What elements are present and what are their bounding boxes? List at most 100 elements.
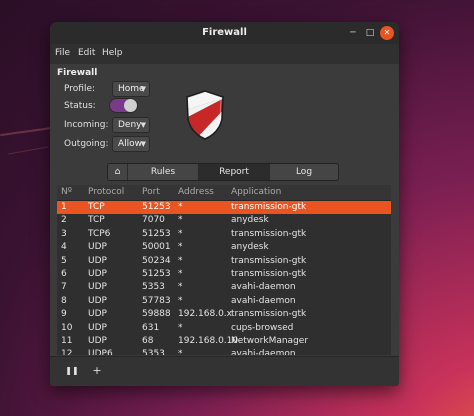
cell-address: *	[178, 202, 183, 212]
table-row[interactable]: 8 UDP 57783 * avahi-daemon	[57, 295, 391, 308]
table-row[interactable]: 12 UDP6 5353 * avahi-daemon	[57, 348, 391, 355]
table-row[interactable]: 1 TCP 51253 * transmission-gtk	[57, 201, 391, 215]
close-button[interactable]: ✕	[380, 26, 394, 40]
cell-port: 59888	[142, 309, 171, 320]
table-row[interactable]: 11 UDP 68 192.168.0.10 NetworkManager	[57, 335, 391, 348]
cell-no: 9	[61, 309, 67, 320]
desktop-decoration	[8, 146, 48, 155]
cell-no: 12	[61, 349, 73, 355]
cell-port: 7070	[142, 215, 165, 226]
table-row[interactable]: 5 UDP 50234 * transmission-gtk	[57, 255, 391, 268]
tab-log[interactable]: Log	[270, 164, 338, 180]
cell-no: 5	[61, 255, 67, 266]
cell-address: *	[178, 349, 183, 355]
switch-knob	[124, 99, 137, 112]
cell-no: 6	[61, 268, 67, 279]
cell-protocol: TCP	[88, 202, 105, 212]
gufw-shield-icon	[186, 90, 224, 140]
section-title: Firewall	[57, 68, 98, 78]
minimize-button[interactable]: ─	[346, 26, 360, 40]
cell-port: 50001	[142, 242, 171, 253]
cell-protocol: UDP	[88, 268, 107, 279]
table-row[interactable]: 4 UDP 50001 * anydesk	[57, 241, 391, 254]
cell-application: avahi-daemon	[231, 295, 296, 306]
cell-protocol: UDP	[88, 282, 107, 293]
cell-address: *	[178, 282, 183, 293]
report-table: Nº Protocol Port Address Application 1 TC…	[57, 185, 391, 355]
incoming-select[interactable]: Deny ▼	[112, 117, 150, 133]
table-row[interactable]: 2 TCP 7070 * anydesk	[57, 214, 391, 227]
table-body: 1 TCP 51253 * transmission-gtk 2 TCP 7070 * anyde…	[57, 201, 391, 355]
view-tabs: ⌂ Rules Report Log	[107, 163, 339, 181]
cell-port: 50234	[142, 255, 171, 266]
chevron-down-icon: ▼	[140, 121, 146, 129]
cell-address: *	[178, 295, 183, 306]
cell-port: 57783	[142, 295, 171, 306]
outgoing-value: Allow	[118, 139, 143, 149]
maximize-button[interactable]: □	[363, 26, 377, 40]
cell-protocol: UDP	[88, 322, 107, 333]
add-icon[interactable]: +	[89, 363, 105, 379]
cell-address: *	[178, 228, 183, 239]
table-row[interactable]: 3 TCP6 51253 * transmission-gtk	[57, 228, 391, 241]
tab-home[interactable]: ⌂	[108, 164, 128, 180]
table-row[interactable]: 6 UDP 51253 * transmission-gtk	[57, 268, 391, 281]
cell-protocol: UDP6	[88, 349, 113, 355]
titlebar[interactable]: Firewall ─ □ ✕	[50, 22, 399, 44]
cell-address: *	[178, 268, 183, 279]
tab-rules[interactable]: Rules	[128, 164, 199, 180]
tab-report[interactable]: Report	[199, 164, 270, 180]
cell-no: 1	[61, 202, 67, 212]
bottom-toolbar: ❚❚ +	[50, 356, 399, 386]
cell-protocol: UDP	[88, 309, 107, 320]
menu-edit[interactable]: Edit	[78, 48, 95, 58]
header-application[interactable]: Application	[231, 187, 281, 197]
cell-application: transmission-gtk	[231, 202, 307, 212]
table-row[interactable]: 10 UDP 631 * cups-browsed	[57, 322, 391, 335]
status-switch[interactable]	[109, 98, 138, 113]
cell-port: 5353	[142, 349, 165, 355]
incoming-label: Incoming:	[64, 120, 109, 130]
cell-port: 51253	[142, 268, 171, 279]
incoming-value: Deny	[118, 120, 142, 130]
cell-address: *	[178, 215, 183, 226]
cell-protocol: TCP	[88, 215, 105, 226]
table-row[interactable]: 9 UDP 59888 192.168.0.x transmission-gtk	[57, 308, 391, 321]
profile-select[interactable]: Home ▼	[112, 81, 150, 97]
status-label: Status:	[64, 101, 96, 111]
table-row[interactable]: 7 UDP 5353 * avahi-daemon	[57, 281, 391, 294]
firewall-window: Firewall ─ □ ✕ File Edit Help Firewall P…	[50, 22, 399, 386]
cell-application: transmission-gtk	[231, 255, 307, 266]
cell-no: 11	[61, 335, 73, 346]
cell-address: *	[178, 242, 183, 253]
header-no[interactable]: Nº	[61, 187, 72, 197]
cell-application: transmission-gtk	[231, 268, 307, 279]
cell-protocol: UDP	[88, 335, 107, 346]
chevron-down-icon: ▼	[140, 85, 146, 93]
outgoing-select[interactable]: Allow ▼	[112, 136, 150, 152]
cell-port: 631	[142, 322, 160, 333]
cell-protocol: UDP	[88, 295, 107, 306]
table-header: Nº Protocol Port Address Application	[57, 185, 391, 201]
cell-port: 68	[142, 335, 154, 346]
header-address[interactable]: Address	[178, 187, 214, 197]
menubar: File Edit Help	[50, 44, 399, 64]
cell-port: 51253	[142, 202, 171, 212]
cell-protocol: UDP	[88, 242, 107, 253]
cell-application: avahi-daemon	[231, 282, 296, 293]
cell-protocol: UDP	[88, 255, 107, 266]
home-icon: ⌂	[114, 167, 121, 177]
header-port[interactable]: Port	[142, 187, 160, 197]
menu-help[interactable]: Help	[102, 48, 123, 58]
cell-no: 10	[61, 322, 73, 333]
cell-no: 3	[61, 228, 67, 239]
header-protocol[interactable]: Protocol	[88, 187, 124, 197]
cell-address: 192.168.0.10	[178, 335, 239, 346]
menu-file[interactable]: File	[55, 48, 70, 58]
profile-label: Profile:	[64, 84, 96, 94]
cell-application: anydesk	[231, 215, 269, 226]
pause-icon[interactable]: ❚❚	[64, 363, 80, 379]
cell-application: transmission-gtk	[231, 309, 307, 320]
cell-no: 4	[61, 242, 67, 253]
cell-address: *	[178, 255, 183, 266]
